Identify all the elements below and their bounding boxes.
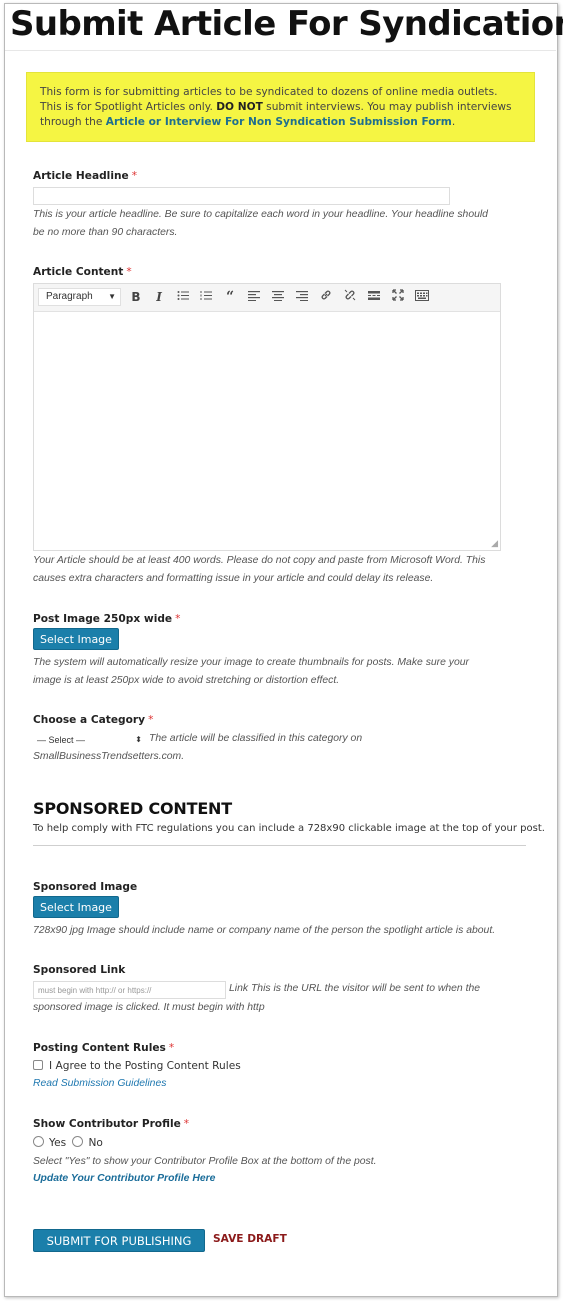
profile-no-radio[interactable] [72, 1136, 84, 1147]
notice-text-end: . [451, 116, 456, 128]
post-image-label: Post Image 250px wide * [33, 613, 180, 625]
post-image-help-line2: image is at least 250px wide to avoid st… [33, 675, 340, 686]
sponsored-image-help: 728x90 jpg Image should include name or … [33, 925, 496, 936]
chevron-updown-icon: ⬍ [135, 735, 142, 744]
save-draft-link[interactable]: SAVE DRAFT [213, 1233, 287, 1245]
required-marker: * [126, 266, 132, 278]
unlink-icon[interactable] [342, 289, 358, 305]
link-icon[interactable] [318, 289, 334, 305]
sponsored-link-label: Sponsored Link [33, 964, 126, 976]
rules-label: Posting Content Rules * [33, 1042, 174, 1054]
section-divider [33, 845, 526, 846]
content-help: Your Article should be at least 400 word… [33, 552, 485, 588]
post-image-help: The system will automatically resize you… [33, 654, 469, 690]
headline-input[interactable] [33, 187, 450, 205]
content-help-line2: causes extra characters and formatting i… [33, 573, 434, 584]
profile-yes-radio[interactable] [33, 1136, 44, 1147]
category-help-inline: The article will be classified in this c… [149, 733, 363, 744]
italic-icon[interactable]: I [151, 289, 167, 305]
fullscreen-icon[interactable] [390, 289, 406, 305]
sponsored-section-subtitle: To help comply with FTC regulations you … [33, 823, 545, 834]
resize-handle-icon[interactable]: ◢ [491, 538, 498, 549]
content-help-line1: Your Article should be at least 400 word… [33, 555, 486, 566]
sponsored-link-input[interactable] [33, 981, 226, 999]
required-marker: * [168, 1042, 175, 1054]
category-help-line2: SmallBusinessTrendsetters.com. [33, 751, 185, 762]
category-select-value: — Select — [37, 735, 86, 745]
toolbar-toggle-icon[interactable] [414, 289, 430, 305]
profile-yes-label[interactable]: Yes [49, 1137, 66, 1149]
agree-rules-row[interactable]: I Agree to the Posting Content Rules [33, 1060, 241, 1072]
align-right-icon[interactable] [294, 289, 310, 305]
headline-help-line2: be no more than 90 characters. [33, 227, 178, 238]
headline-label: Article Headline * [33, 170, 137, 182]
profile-radio-group: Yes No [33, 1136, 103, 1149]
submission-guidelines-link[interactable]: Read Submission Guidelines [33, 1078, 166, 1089]
agree-rules-checkbox[interactable] [33, 1060, 43, 1070]
sponsored-link-help-line2: sponsored image is clicked. It must begi… [33, 1002, 265, 1013]
format-select[interactable]: Paragraph ▼ [38, 288, 121, 306]
title-divider [5, 50, 556, 51]
required-marker: * [175, 613, 181, 625]
non-syndication-form-link[interactable]: Article or Interview For Non Syndication… [106, 116, 452, 128]
headline-help-line1: This is your article headline. Be sure t… [33, 209, 488, 220]
editor-toolbar: Paragraph ▼ B I “ [34, 284, 500, 312]
rules-label-text: Posting Content Rules [33, 1042, 166, 1054]
sponsored-image-label: Sponsored Image [33, 881, 138, 893]
profile-no-label[interactable]: No [88, 1137, 102, 1149]
select-post-image-button[interactable]: Select Image [33, 628, 119, 650]
category-select[interactable]: — Select — ⬍ [33, 732, 145, 748]
notice-box: This form is for submitting articles to … [26, 72, 535, 142]
format-select-value: Paragraph [46, 291, 93, 302]
select-sponsored-image-button[interactable]: Select Image [33, 896, 119, 918]
page-title: Submit Article For Syndication [10, 4, 563, 44]
chevron-down-icon: ▼ [108, 292, 116, 301]
category-label-text: Choose a Category [33, 714, 146, 726]
numbered-list-icon[interactable] [198, 289, 214, 305]
align-left-icon[interactable] [246, 289, 262, 305]
submit-for-publishing-button[interactable]: SUBMIT FOR PUBLISHING [33, 1229, 205, 1252]
headline-label-text: Article Headline [33, 170, 129, 182]
headline-help: This is your article headline. Be sure t… [33, 206, 488, 242]
required-marker: * [148, 714, 154, 726]
category-label: Choose a Category * [33, 714, 153, 726]
editor-text-area[interactable] [34, 312, 500, 550]
profile-label: Show Contributor Profile * [33, 1118, 189, 1130]
notice-emphasis: DO NOT [216, 101, 263, 113]
post-image-help-line1: The system will automatically resize you… [33, 657, 470, 668]
sponsored-link-help-inline: Link This is the URL the visitor will be… [229, 983, 481, 994]
content-label: Article Content * [33, 266, 132, 278]
article-editor[interactable]: Paragraph ▼ B I “ ◢ [33, 283, 501, 551]
bullet-list-icon[interactable] [175, 289, 191, 305]
profile-help: Select "Yes" to show your Contributor Pr… [33, 1156, 377, 1167]
profile-label-text: Show Contributor Profile [33, 1118, 181, 1130]
blockquote-icon[interactable]: “ [222, 289, 238, 305]
agree-rules-label[interactable]: I Agree to the Posting Content Rules [49, 1060, 241, 1072]
required-marker: * [183, 1118, 190, 1130]
content-label-text: Article Content [33, 266, 124, 278]
sponsored-section-title: SPONSORED CONTENT [33, 799, 232, 818]
update-profile-link[interactable]: Update Your Contributor Profile Here [33, 1173, 215, 1184]
bold-icon[interactable]: B [128, 289, 144, 305]
post-image-label-text: Post Image 250px wide [33, 613, 173, 625]
align-center-icon[interactable] [270, 289, 286, 305]
read-more-icon[interactable] [366, 289, 382, 305]
required-marker: * [131, 170, 137, 182]
